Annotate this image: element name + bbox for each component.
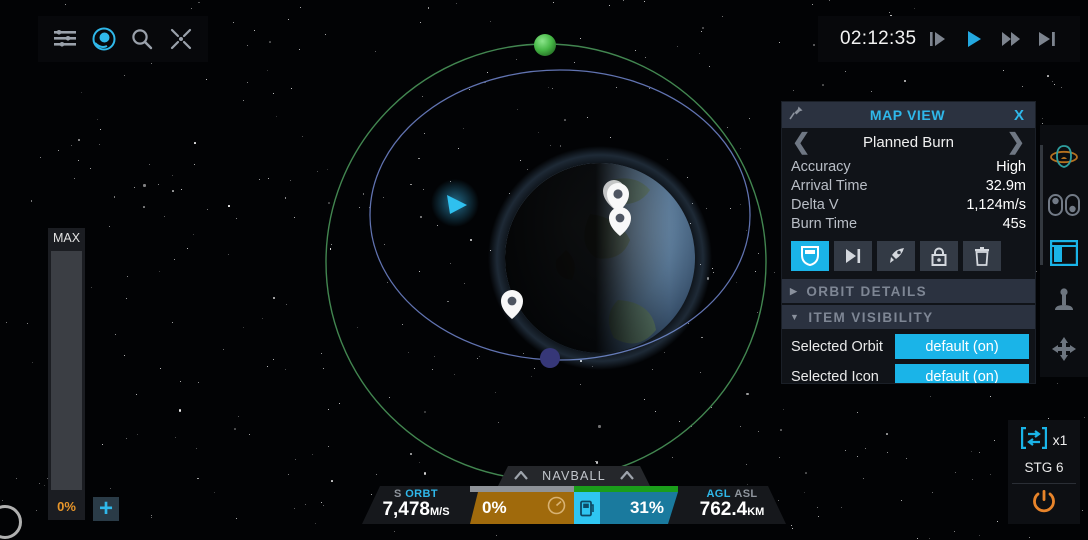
visibility-label: Selected Orbit [791, 338, 883, 355]
burn-stats: Accuracy High Arrival Time 32.9m Delta V… [782, 156, 1035, 234]
power-icon[interactable] [1008, 484, 1080, 518]
section-label: ORBIT DETAILS [806, 283, 928, 299]
navball-tab[interactable]: NAVBALL [498, 466, 650, 486]
chevron-up-icon-right [620, 467, 634, 485]
altitude-value: 762.4 [699, 499, 748, 520]
table-row: Delta V 1,124m/s [791, 196, 1026, 215]
stage-row[interactable]: x1 [1008, 420, 1080, 456]
orbit-details-section[interactable]: ▶ ORBIT DETAILS [782, 279, 1035, 303]
speed-readout[interactable]: S ORBT 7,478M/S [362, 486, 470, 524]
target-node-green[interactable] [534, 34, 556, 56]
speed-value: 7,478 [382, 499, 430, 520]
visibility-label: Selected Icon [791, 368, 879, 384]
delete-node-button[interactable] [963, 241, 1001, 271]
throttle-widget: MAX 0% [48, 228, 85, 520]
gauges: 0% 31% [470, 486, 678, 524]
fuel-icon [574, 492, 600, 524]
stat-key: Arrival Time [791, 178, 868, 194]
visibility-row-selected-orbit: Selected Orbit default (on) [782, 329, 1035, 359]
stat-key: Burn Time [791, 216, 858, 232]
item-visibility-section[interactable]: ▼ ITEM VISIBILITY [782, 305, 1035, 329]
play-button[interactable] [959, 25, 989, 53]
visibility-toggle[interactable]: default (on) [895, 364, 1029, 383]
visibility-row-selected-icon: Selected Icon default (on) [782, 359, 1035, 384]
throttle-gauge[interactable]: 0% [470, 492, 574, 524]
navball-tab-label: NAVBALL [542, 469, 606, 483]
prev-burn-button[interactable]: ❮ [792, 131, 810, 153]
next-node-button[interactable] [834, 241, 872, 271]
throttle-max-label: MAX [48, 228, 85, 248]
maneuver-node-purple[interactable] [540, 348, 560, 368]
visibility-toggle[interactable]: default (on) [895, 334, 1029, 359]
add-throttle-button[interactable]: + [93, 497, 119, 521]
top-left-toolbar [38, 16, 208, 62]
mission-clock: 02:12:35 [840, 28, 917, 49]
skip-to-end-button[interactable] [1032, 25, 1062, 53]
fuel-gauge-value: 31% [629, 498, 664, 517]
stage-multiplier: x1 [1052, 432, 1068, 448]
step-frame-button[interactable] [923, 25, 953, 53]
map-view-icon[interactable] [89, 24, 119, 54]
stage-icon [1020, 426, 1047, 454]
map-view-panel: MAP VIEW X ❮ Planned Burn ❯ Accuracy Hig… [781, 101, 1036, 384]
pan-move-icon[interactable] [1042, 325, 1086, 373]
table-row: Burn Time 45s [791, 215, 1026, 234]
burn-selector: ❮ Planned Burn ❯ [782, 128, 1035, 156]
chevron-up-icon-left [514, 467, 528, 485]
chevron-right-icon: ▶ [790, 285, 799, 296]
time-controls: 02:12:35 [818, 16, 1080, 62]
throttle-slider[interactable] [48, 248, 85, 493]
node-actions [782, 234, 1035, 277]
pin-icon[interactable] [788, 105, 804, 126]
chevron-down-icon: ▼ [790, 312, 801, 322]
close-icon[interactable]: X [1011, 107, 1027, 124]
stat-key: Delta V [791, 197, 839, 213]
fuel-gauge[interactable]: 31% [574, 492, 678, 524]
fast-forward-button[interactable] [996, 25, 1026, 53]
gauge-row: 0% 31% [470, 492, 678, 524]
table-row: Arrival Time 32.9m [791, 177, 1026, 196]
maneuver-node-button[interactable] [791, 241, 829, 271]
speed-unit: M/S [429, 506, 450, 518]
burn-name: Planned Burn [863, 133, 954, 151]
right-sidebar [1040, 125, 1088, 377]
stat-key: Accuracy [791, 159, 851, 175]
toggles-icon[interactable] [1042, 181, 1086, 229]
throttle-gauge-value: 0% [482, 498, 507, 517]
section-label: ITEM VISIBILITY [808, 309, 934, 325]
next-burn-button[interactable]: ❯ [1007, 131, 1025, 153]
orbit-view-icon[interactable] [1042, 133, 1086, 181]
warp-to-burn-button[interactable] [877, 241, 915, 271]
sidebar-scrollbar[interactable] [1040, 145, 1043, 265]
stat-value: 1,124m/s [966, 197, 1026, 213]
search-icon[interactable] [127, 24, 157, 54]
focus-icon[interactable] [166, 24, 196, 54]
panel-layout-icon[interactable] [1042, 229, 1086, 277]
lock-node-button[interactable] [920, 241, 958, 271]
throttle-value: 0% [48, 493, 85, 520]
stage-label: STG 6 [1024, 460, 1064, 475]
navball-readouts: S ORBT 7,478M/S 0% 31% AGL ASL 762.4KM [362, 486, 786, 524]
table-row: Accuracy High [791, 158, 1026, 177]
stat-value: 45s [1002, 216, 1026, 232]
altitude-unit: KM [747, 506, 765, 518]
stat-value: 32.9m [985, 178, 1026, 194]
altitude-readout[interactable]: AGL ASL 762.4KM [678, 486, 786, 524]
gauge-icon [547, 496, 566, 520]
throttle-fill [51, 251, 82, 490]
map-view-title: MAP VIEW [869, 107, 946, 123]
map-view-header: MAP VIEW X [782, 102, 1035, 128]
stat-value: High [996, 159, 1026, 175]
joystick-icon[interactable] [1042, 277, 1086, 325]
staging-panel: x1 STG 6 [1008, 420, 1080, 524]
menu-icon[interactable] [50, 24, 80, 54]
